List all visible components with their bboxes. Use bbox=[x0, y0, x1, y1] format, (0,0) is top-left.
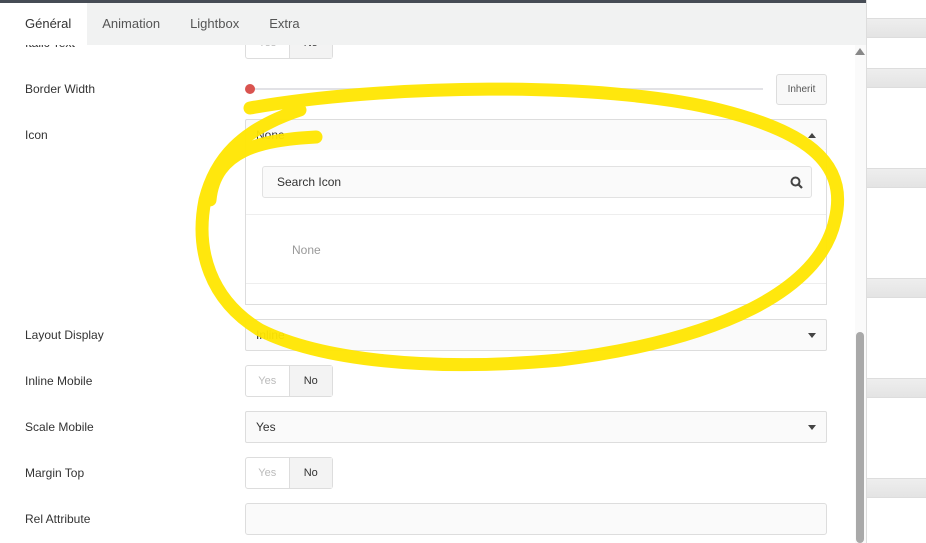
highlight-annotation bbox=[195, 82, 845, 372]
